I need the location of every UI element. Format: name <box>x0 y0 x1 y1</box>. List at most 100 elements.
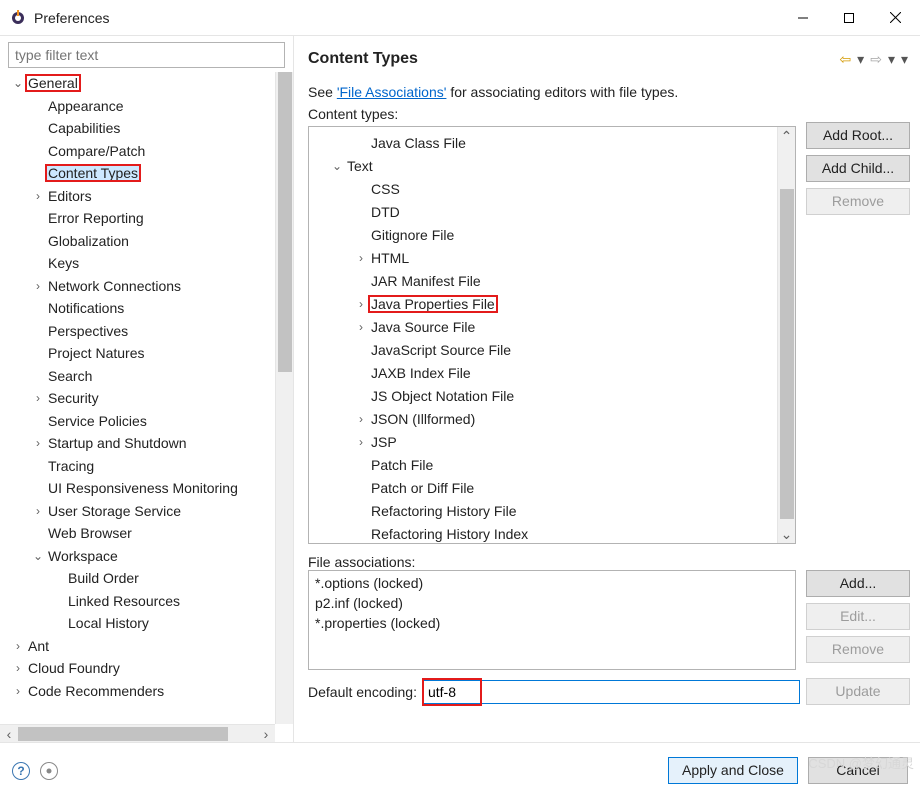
tree-item[interactable]: ⌄General <box>4 72 275 95</box>
expand-icon[interactable]: › <box>353 413 369 425</box>
tree-scrollbar-horizontal[interactable]: ‹ › <box>0 724 275 742</box>
content-type-item[interactable]: Gitignore File <box>309 223 777 246</box>
tree-item[interactable]: Notifications <box>4 297 275 320</box>
content-type-item[interactable]: ›HTML <box>309 246 777 269</box>
tree-item[interactable]: Project Natures <box>4 342 275 365</box>
expand-icon[interactable]: › <box>30 280 46 292</box>
tree-item[interactable]: Tracing <box>4 455 275 478</box>
expand-icon[interactable]: › <box>10 640 26 652</box>
tree-item[interactable]: Content Types <box>4 162 275 185</box>
file-associations-link[interactable]: 'File Associations' <box>337 84 447 100</box>
tree-item[interactable]: Web Browser <box>4 522 275 545</box>
tree-item[interactable]: ›User Storage Service <box>4 500 275 523</box>
tree-item[interactable]: ›Cloud Foundry <box>4 657 275 680</box>
back-menu-icon[interactable]: ▾ <box>855 51 866 68</box>
tree-item[interactable]: ›Network Connections <box>4 275 275 298</box>
tree-scrollbar-vertical[interactable] <box>275 72 293 724</box>
edit-association-button[interactable]: Edit... <box>806 603 910 630</box>
content-types-scrollbar[interactable]: ⌃ ⌄ <box>777 127 795 543</box>
tree-item[interactable]: ›Security <box>4 387 275 410</box>
tree-item[interactable]: Service Policies <box>4 410 275 433</box>
back-icon[interactable]: ⇦ <box>837 51 853 68</box>
default-encoding-label: Default encoding: <box>308 684 417 700</box>
expand-icon[interactable]: › <box>30 505 46 517</box>
expand-icon[interactable]: ⌄ <box>10 77 26 89</box>
remove-content-type-button[interactable]: Remove <box>806 188 910 215</box>
content-type-item[interactable]: ›JSP <box>309 430 777 453</box>
file-association-item[interactable]: *.properties (locked) <box>315 613 789 633</box>
expand-icon[interactable]: › <box>30 392 46 404</box>
tree-item[interactable]: ›Ant <box>4 635 275 658</box>
content-type-item[interactable]: Java Class File <box>309 131 777 154</box>
filter-input[interactable] <box>8 42 285 68</box>
add-child-button[interactable]: Add Child... <box>806 155 910 182</box>
file-associations-list[interactable]: *.options (locked)p2.inf (locked)*.prope… <box>308 570 796 670</box>
file-association-item[interactable]: *.options (locked) <box>315 573 789 593</box>
intro-text: See 'File Associations' for associating … <box>308 84 910 100</box>
content-type-item[interactable]: JavaScript Source File <box>309 338 777 361</box>
content-types-tree[interactable]: Java Class File⌄TextCSSDTDGitignore File… <box>308 126 796 544</box>
tree-item[interactable]: Globalization <box>4 230 275 253</box>
close-button[interactable] <box>872 2 918 34</box>
minimize-button[interactable] <box>780 2 826 34</box>
tree-item[interactable]: Capabilities <box>4 117 275 140</box>
tree-item[interactable]: Local History <box>4 612 275 635</box>
add-root-button[interactable]: Add Root... <box>806 122 910 149</box>
tree-item-label: Appearance <box>46 98 126 114</box>
update-encoding-button[interactable]: Update <box>806 678 910 705</box>
expand-icon[interactable]: › <box>353 252 369 264</box>
tree-item[interactable]: Perspectives <box>4 320 275 343</box>
tree-item[interactable]: Appearance <box>4 95 275 118</box>
content-type-item[interactable]: ›Java Source File <box>309 315 777 338</box>
help-icon[interactable]: ? <box>12 762 30 780</box>
content-type-item[interactable]: ⌄Text <box>309 154 777 177</box>
tree-item[interactable]: ›Editors <box>4 185 275 208</box>
tree-item[interactable]: ›Startup and Shutdown <box>4 432 275 455</box>
content-type-item[interactable]: DTD <box>309 200 777 223</box>
tree-item[interactable]: Error Reporting <box>4 207 275 230</box>
forward-icon[interactable]: ⇨ <box>868 51 884 68</box>
tree-item[interactable]: UI Responsiveness Monitoring <box>4 477 275 500</box>
tree-item[interactable]: Build Order <box>4 567 275 590</box>
expand-icon[interactable]: › <box>353 321 369 333</box>
expand-icon[interactable]: › <box>30 190 46 202</box>
tree-item-label: Notifications <box>46 300 126 316</box>
expand-icon[interactable]: › <box>353 298 369 310</box>
add-association-button[interactable]: Add... <box>806 570 910 597</box>
tree-item-label: Security <box>46 390 101 406</box>
expand-icon[interactable]: › <box>10 662 26 674</box>
content-type-label: JS Object Notation File <box>369 388 516 404</box>
content-type-item[interactable]: JS Object Notation File <box>309 384 777 407</box>
dialog-footer: ? Apply and Close Cancel <box>0 742 920 798</box>
forward-menu-icon[interactable]: ▾ <box>886 51 897 68</box>
expand-icon[interactable]: › <box>10 685 26 697</box>
remove-association-button[interactable]: Remove <box>806 636 910 663</box>
expand-icon[interactable]: › <box>30 437 46 449</box>
maximize-button[interactable] <box>826 2 872 34</box>
content-type-item[interactable]: Patch File <box>309 453 777 476</box>
tree-item[interactable]: Compare/Patch <box>4 140 275 163</box>
default-encoding-input[interactable] <box>423 680 800 704</box>
tree-item[interactable]: ›Code Recommenders <box>4 680 275 703</box>
content-type-item[interactable]: ›Java Properties File <box>309 292 777 315</box>
tree-item[interactable]: ⌄Workspace <box>4 545 275 568</box>
content-type-item[interactable]: CSS <box>309 177 777 200</box>
content-type-item[interactable]: Refactoring History Index <box>309 522 777 543</box>
expand-icon[interactable]: › <box>353 436 369 448</box>
tree-item[interactable]: Search <box>4 365 275 388</box>
tree-item[interactable]: Linked Resources <box>4 590 275 613</box>
content-type-item[interactable]: Patch or Diff File <box>309 476 777 499</box>
preference-tree[interactable]: ⌄General Appearance CapabilitiesCompare/Pa… <box>0 72 275 702</box>
content-type-item[interactable]: JAXB Index File <box>309 361 777 384</box>
apply-and-close-button[interactable]: Apply and Close <box>668 757 798 784</box>
content-type-label: JavaScript Source File <box>369 342 513 358</box>
file-association-item[interactable]: p2.inf (locked) <box>315 593 789 613</box>
page-menu-icon[interactable]: ▾ <box>899 51 910 68</box>
import-export-icon[interactable] <box>40 762 58 780</box>
content-type-item[interactable]: ›JSON (Illformed) <box>309 407 777 430</box>
content-type-item[interactable]: Refactoring History File <box>309 499 777 522</box>
expand-icon[interactable]: ⌄ <box>329 160 345 172</box>
tree-item[interactable]: Keys <box>4 252 275 275</box>
expand-icon[interactable]: ⌄ <box>30 550 46 562</box>
content-type-item[interactable]: JAR Manifest File <box>309 269 777 292</box>
